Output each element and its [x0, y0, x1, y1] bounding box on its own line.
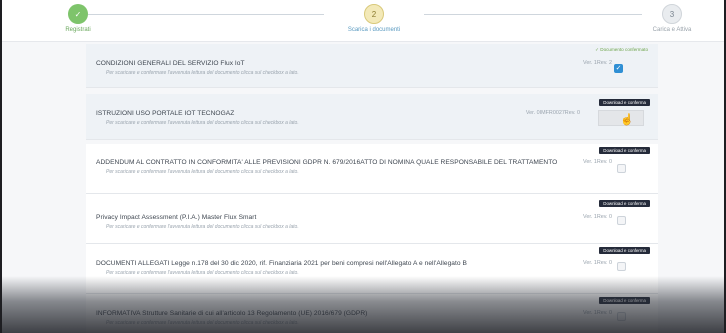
document-title: ISTRUZIONI USO PORTALE IOT TECNOGAZ [96, 110, 235, 117]
checkmark-icon: ✓ [68, 4, 88, 24]
document-title: Privacy Impact Assessment (P.I.A.) Maste… [96, 214, 257, 221]
confirm-checkbox[interactable] [617, 164, 626, 173]
page-viewport: ✓ Registrati 2 Scarica i documenti 3 Car… [2, 0, 724, 333]
document-row: ISTRUZIONI USO PORTALE IOT TECNOGAZ Per … [86, 94, 658, 140]
step-label: Carica e Attiva [652, 27, 692, 33]
document-title: ADDENDUM AL CONTRATTO IN CONFORMITA' ALL… [96, 159, 558, 166]
download-confirm-button[interactable]: Download e conferma [599, 99, 650, 106]
document-version: Ver. 1Rev. 0 [583, 159, 612, 165]
confirm-checkbox[interactable] [617, 262, 626, 271]
download-confirm-button[interactable]: Download e conferma [599, 247, 650, 254]
step-registrati[interactable]: ✓ Registrati [58, 4, 98, 33]
document-row: DOCUMENTI ALLEGATI Legge n.178 del 30 di… [86, 244, 658, 294]
document-version: Ver. 1Rev. 2 [583, 60, 612, 66]
step-connector [88, 14, 324, 15]
confirmed-badge: ✓ Documento confermato [595, 47, 648, 52]
progress-stepper: ✓ Registrati 2 Scarica i documenti 3 Car… [2, 0, 724, 42]
step-number: 3 [662, 4, 682, 24]
document-hint: Per scaricare e confermare l'avvenuta le… [106, 320, 299, 326]
confirm-checkbox[interactable]: ✓ [614, 64, 623, 73]
step-label: Scarica i documenti [347, 27, 401, 33]
document-hint: Per scaricare e confermare l'avvenuta le… [106, 120, 299, 126]
document-title: INFORMATIVA Strutture Sanitarie di cui a… [96, 310, 368, 317]
step-scarica-documenti[interactable]: 2 Scarica i documenti [324, 4, 424, 33]
document-version: Ver. 0IMFR0027Rev. 0 [525, 110, 580, 116]
confirm-checkbox[interactable] [617, 312, 626, 321]
document-hint: Per scaricare e confermare l'avvenuta le… [106, 70, 299, 76]
document-version: Ver. 1Rev. 0 [583, 310, 612, 316]
document-hint: Per scaricare e confermare l'avvenuta le… [106, 224, 299, 230]
step-connector [424, 14, 642, 15]
document-version: Ver. 1Rev. 0 [583, 214, 612, 220]
document-row: CONDIZIONI GENERALI DEL SERVIZIO Flux Io… [86, 44, 658, 88]
download-confirm-button[interactable]: Download e conferma [599, 200, 650, 207]
document-row: ADDENDUM AL CONTRATTO IN CONFORMITA' ALL… [86, 144, 658, 194]
step-carica-attiva[interactable]: 3 Carica e Attiva [632, 4, 712, 33]
document-title: CONDIZIONI GENERALI DEL SERVIZIO Flux Io… [96, 60, 245, 67]
document-version: Ver. 1Rev. 0 [583, 260, 612, 266]
hand-cursor-icon: ☝ [620, 114, 634, 126]
step-label: Registrati [65, 27, 91, 33]
document-row: Privacy Impact Assessment (P.I.A.) Maste… [86, 194, 658, 244]
step-number: 2 [364, 4, 384, 24]
document-hint: Per scaricare e confermare l'avvenuta le… [106, 270, 299, 276]
document-hint: Per scaricare e confermare l'avvenuta le… [106, 169, 299, 175]
document-row: INFORMATIVA Strutture Sanitarie di cui a… [86, 294, 658, 333]
download-confirm-button[interactable]: Download e conferma [599, 147, 650, 154]
document-title: DOCUMENTI ALLEGATI Legge n.178 del 30 di… [96, 260, 467, 267]
confirm-checkbox[interactable] [617, 216, 626, 225]
download-confirm-button[interactable]: Download e conferma [599, 297, 650, 304]
